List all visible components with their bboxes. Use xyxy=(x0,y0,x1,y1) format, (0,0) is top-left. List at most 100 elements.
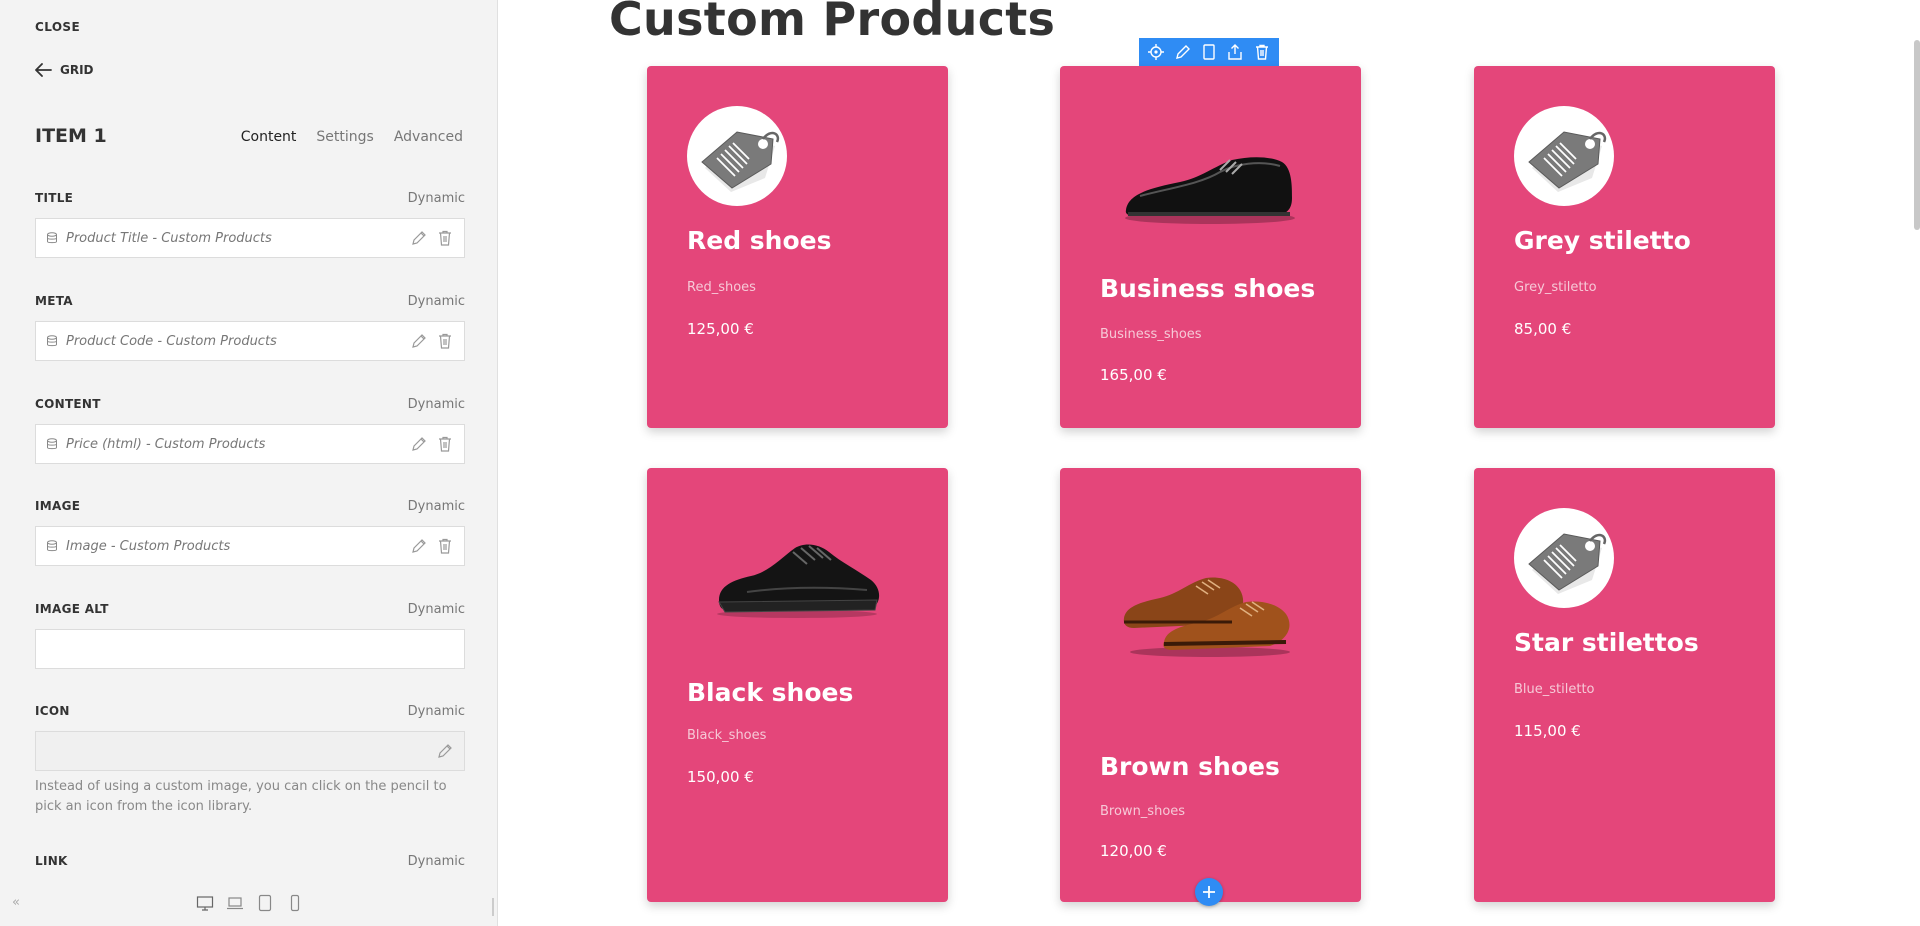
icon-picker-input[interactable] xyxy=(35,731,465,771)
sidebar-scroll-area[interactable]: CLOSE GRID ITEM 1 Content Settings Advan… xyxy=(0,0,497,882)
product-meta: Business_shoes xyxy=(1100,327,1202,342)
field-content-dynamic-link[interactable]: Dynamic xyxy=(408,397,465,412)
field-meta-dynamic-link[interactable]: Dynamic xyxy=(408,294,465,309)
product-title: Grey stiletto xyxy=(1514,226,1691,255)
field-title: TITLE Dynamic Product Title - Custom Pro… xyxy=(35,188,465,258)
field-title-label: TITLE xyxy=(35,191,74,205)
product-title: Red shoes xyxy=(687,226,832,255)
copy-icon[interactable] xyxy=(1200,43,1218,61)
field-icon-dynamic-link[interactable]: Dynamic xyxy=(408,704,465,719)
trash-icon[interactable] xyxy=(436,229,454,247)
field-link: LINK Dynamic xyxy=(35,851,465,871)
field-image: IMAGE Dynamic Image - Custom Products xyxy=(35,496,465,566)
field-image-alt-label: IMAGE ALT xyxy=(35,602,109,616)
database-icon xyxy=(47,335,57,347)
product-price: 165,00 € xyxy=(1100,366,1167,384)
pencil-icon[interactable] xyxy=(410,332,428,350)
laptop-icon[interactable] xyxy=(226,894,244,912)
page-title: Custom Products xyxy=(609,0,1056,46)
product-meta: Brown_shoes xyxy=(1100,804,1186,819)
field-image-alt: IMAGE ALT Dynamic xyxy=(35,599,465,669)
sidebar-footer: « xyxy=(0,882,497,926)
product-card[interactable]: Business shoes Business_shoes 165,00 € xyxy=(1060,66,1361,428)
product-meta: Red_shoes xyxy=(687,280,756,295)
trash-icon[interactable] xyxy=(436,332,454,350)
field-content-source[interactable]: Price (html) - Custom Products xyxy=(35,424,465,464)
product-price: 115,00 € xyxy=(1514,722,1581,740)
page-canvas: Custom Products Red shoes Red_shoes 125,… xyxy=(499,0,1920,926)
database-icon xyxy=(47,540,57,552)
back-label: GRID xyxy=(60,63,94,77)
price-tag-icon xyxy=(1514,508,1614,608)
field-meta-value: Product Code - Custom Products xyxy=(66,333,277,349)
device-switcher xyxy=(196,894,304,912)
field-image-source[interactable]: Image - Custom Products xyxy=(35,526,465,566)
field-title-dynamic-link[interactable]: Dynamic xyxy=(408,191,465,206)
edit-icon[interactable] xyxy=(1174,43,1192,61)
product-price: 125,00 € xyxy=(687,320,754,338)
pencil-icon[interactable] xyxy=(436,742,454,760)
field-title-source[interactable]: Product Title - Custom Products xyxy=(35,218,465,258)
product-card[interactable]: Black shoes Black_shoes 150,00 € xyxy=(647,468,948,902)
black-sneaker-image xyxy=(717,544,880,618)
field-meta-source[interactable]: Product Code - Custom Products xyxy=(35,321,465,361)
field-icon-label: ICON xyxy=(35,704,70,718)
product-title: Business shoes xyxy=(1100,274,1316,303)
product-card[interactable]: Grey stiletto Grey_stiletto 85,00 € xyxy=(1474,66,1775,428)
icon-help-text: Instead of using a custom image, you can… xyxy=(35,779,447,814)
canvas-scrollbar[interactable] xyxy=(1914,40,1920,230)
brown-shoes-image xyxy=(1123,577,1290,657)
field-meta-label: META xyxy=(35,294,73,308)
database-icon xyxy=(47,232,57,244)
product-price: 85,00 € xyxy=(1514,320,1572,338)
delete-icon[interactable] xyxy=(1253,43,1271,61)
product-card[interactable]: Red shoes Red_shoes 125,00 € xyxy=(647,66,948,428)
field-image-value: Image - Custom Products xyxy=(66,538,231,554)
tab-content[interactable]: Content xyxy=(241,129,297,145)
price-tag-icon xyxy=(687,106,787,206)
product-card[interactable]: Brown shoes Brown_shoes 120,00 € xyxy=(1060,468,1361,902)
pencil-icon[interactable] xyxy=(410,229,428,247)
element-toolbar xyxy=(1139,38,1279,66)
product-meta: Blue_stiletto xyxy=(1514,682,1595,697)
panel-tabs: Content Settings Advanced xyxy=(241,129,463,145)
pencil-icon[interactable] xyxy=(410,435,428,453)
product-card[interactable]: Star stilettos Blue_stiletto 115,00 € xyxy=(1474,468,1775,902)
trash-icon[interactable] xyxy=(436,435,454,453)
database-icon xyxy=(47,438,57,450)
collapse-sidebar-button[interactable]: « xyxy=(12,895,20,910)
product-price: 150,00 € xyxy=(687,768,754,786)
pencil-icon[interactable] xyxy=(410,537,428,555)
desktop-icon[interactable] xyxy=(196,894,214,912)
field-icon: ICON Dynamic xyxy=(35,701,465,771)
field-image-dynamic-link[interactable]: Dynamic xyxy=(408,499,465,514)
field-title-value: Product Title - Custom Products xyxy=(66,230,272,246)
plus-icon xyxy=(1203,886,1215,898)
black-dress-shoe-image xyxy=(1125,157,1295,224)
field-content-value: Price (html) - Custom Products xyxy=(66,436,266,452)
field-image-alt-dynamic-link[interactable]: Dynamic xyxy=(408,602,465,617)
field-meta: META Dynamic Product Code - Custom Produ… xyxy=(35,291,465,361)
tab-advanced[interactable]: Advanced xyxy=(394,129,463,145)
item-title: ITEM 1 xyxy=(35,125,107,147)
move-icon[interactable] xyxy=(1147,43,1165,61)
field-link-dynamic-link[interactable]: Dynamic xyxy=(408,854,465,869)
price-tag-icon xyxy=(1514,106,1614,206)
tab-settings[interactable]: Settings xyxy=(316,129,373,145)
product-title: Black shoes xyxy=(687,678,854,707)
arrow-left-icon xyxy=(35,63,52,77)
product-title: Star stilettos xyxy=(1514,628,1699,657)
field-content: CONTENT Dynamic Price (html) - Custom Pr… xyxy=(35,394,465,464)
share-icon[interactable] xyxy=(1226,43,1244,61)
tablet-icon[interactable] xyxy=(256,894,274,912)
field-image-label: IMAGE xyxy=(35,499,81,513)
phone-icon[interactable] xyxy=(286,894,304,912)
trash-icon[interactable] xyxy=(436,537,454,555)
close-button[interactable]: CLOSE xyxy=(35,20,80,34)
product-price: 120,00 € xyxy=(1100,842,1167,860)
add-item-button[interactable] xyxy=(1195,878,1223,906)
sidebar-resize-handle[interactable] xyxy=(492,898,494,916)
back-to-grid-button[interactable]: GRID xyxy=(35,63,94,77)
product-meta: Black_shoes xyxy=(687,728,767,743)
image-alt-input[interactable] xyxy=(35,629,465,669)
